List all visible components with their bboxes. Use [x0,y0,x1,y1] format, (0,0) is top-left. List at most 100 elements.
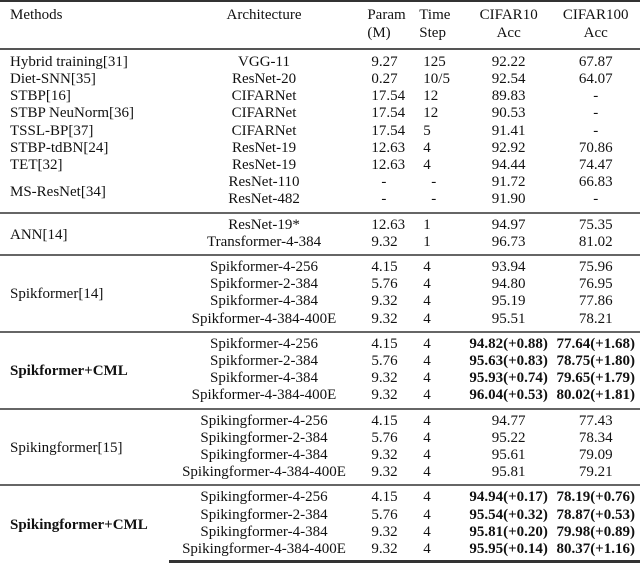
time-step-cell: 4 [423,387,431,404]
header-methods: Methods [10,7,63,23]
group-ann: ANN[14] ResNet-19* 12.63 1 94.97 75.35 T… [0,211,640,256]
header-param: Param (M) [367,7,406,41]
cifar10-cell: 92.22 [491,53,526,70]
header-cifar100-acc: CIFAR100 Acc [562,7,629,41]
table-row: STBP[16] CIFARNet 17.54 12 89.83 - [0,88,640,105]
table-row: TET[32] ResNet-19 12.63 4 94.44 74.47 [0,157,640,174]
cifar10-cell: 92.54 [491,71,526,87]
cifar100-cell: - [593,122,599,139]
time-step-cell: 1 [417,211,466,234]
method-cell: Hybrid training[31] [10,53,128,70]
time-step-cell: 4 [417,407,466,430]
cifar10-cell: 93.94 [465,254,552,277]
param-cell: 5.76 [371,506,398,523]
time-step-cell: 4 [423,464,431,481]
cifar100-cell: 79.09 [578,447,613,464]
cifar100-cell: 78.87(+0.53) [556,506,635,523]
param-cell: - [381,191,387,208]
header-architecture: Architecture [226,7,302,23]
time-step-cell: 4 [417,541,466,564]
param-cell: 9.32 [371,233,398,250]
cifar100-cell: - [593,105,599,122]
time-step-cell: 5 [423,122,431,139]
cifar100-cell: 79.98(+0.89) [556,523,635,540]
architecture-cell: CIFARNet [231,122,297,139]
cifar10-cell: 96.73 [491,233,526,250]
method-cell: MS-ResNet[34] [10,184,106,201]
method-cell: Spikingformer+CML [0,484,169,562]
time-step-cell: 4 [423,293,431,310]
cifar10-cell: 94.94(+0.17) [465,484,552,507]
architecture-cell: ResNet-19* [168,211,360,234]
cifar100-cell: 81.02 [578,233,613,250]
table-row: MS-ResNet[34] ResNet-110 - - 91.72 66.83 [0,174,640,200]
cifar10-cell: 95.95(+0.14) [465,541,552,564]
architecture-cell: ResNet-19 [231,139,297,156]
method-cell: TSSL-BP[37] [10,122,94,139]
param-cell: 17.54 [371,122,406,139]
group-spikformer: Spikformer[14] Spikformer-4-256 4.15 4 9… [0,254,640,332]
cifar10-cell: 95.81 [491,464,526,481]
group-spikingformer-cml: Spikingformer+CML Spikingformer-4-256 4.… [0,484,640,564]
cifar10-cell: 95.54(+0.32) [469,506,548,523]
param-cell: 9.32 [371,310,398,327]
time-step-cell: - [431,174,437,191]
cifar100-cell: 78.34 [578,429,613,446]
time-step-cell: 4 [417,330,466,354]
param-cell: 0.27 [371,71,398,87]
header-row: Methods Architecture Param (M) Time Step C… [0,1,640,49]
time-step-cell: 4 [423,276,431,293]
time-step-cell: 4 [417,484,466,507]
architecture-cell: Spikformer-2-384 [210,353,319,370]
group-prior-snn: Hybrid training[31] VGG-11 9.27 125 92.2… [0,49,640,213]
cifar10-cell: 94.80 [491,276,526,293]
cifar10-cell: 94.97 [465,211,552,234]
cifar10-cell: 95.61 [491,447,526,464]
cifar100-cell: 79.21 [578,464,613,481]
param-cell: 4.15 [359,484,418,507]
table-row: Spikformer[14] Spikformer-4-256 4.15 4 9… [0,254,640,332]
architecture-cell: Spikingformer-4-256 [168,407,360,430]
table-row: STBP NeuNorm[36] CIFARNet 17.54 12 90.53… [0,105,640,122]
param-cell: 9.32 [371,447,398,464]
time-step-cell: 4 [423,370,431,387]
cifar10-cell: 94.77 [465,407,552,430]
architecture-cell: Spikformer-4-384 [210,293,319,310]
architecture-cell: Spikformer-2-384 [210,276,319,293]
method-cell: TET[32] [10,157,63,174]
architecture-cell: Spikingformer-2-384 [200,429,328,446]
architecture-cell: Spikingformer-4-384 [200,523,328,540]
cifar100-cell: 78.19(+0.76) [551,484,640,507]
table-row: Diet-SNN[35] ResNet-20 0.27 10/5 92.54 6… [0,71,640,88]
time-step-cell: 4 [423,310,431,327]
header-cifar10-acc: CIFAR10 Acc [479,7,538,41]
param-cell: 5.76 [371,429,398,446]
param-cell: 9.32 [371,464,398,481]
param-cell: 4.15 [359,407,418,430]
param-cell: 9.32 [371,293,398,310]
param-cell: - [381,174,387,191]
architecture-cell: VGG-11 [238,53,290,70]
param-cell: 12.63 [371,139,406,156]
time-step-cell: 4 [423,523,431,540]
param-cell: 17.54 [371,88,406,105]
time-step-cell: 4 [423,353,431,370]
method-cell: STBP-tdBN[24] [10,139,109,156]
param-cell: 9.32 [359,541,418,564]
param-cell: 5.76 [371,276,398,293]
method-cell: STBP NeuNorm[36] [10,105,135,122]
cifar10-cell: 91.90 [491,191,526,208]
cifar10-cell: 95.63(+0.83) [469,353,548,370]
param-cell: 5.76 [371,353,398,370]
cifar100-cell: 78.75(+1.80) [556,353,635,370]
architecture-cell: Spikingformer-2-384 [200,506,328,523]
time-step-cell: 4 [417,254,466,277]
cifar10-cell: 95.93(+0.74) [469,370,548,387]
time-step-cell: 4 [423,429,431,446]
group-spikingformer: Spikingformer[15] Spikingformer-4-256 4.… [0,407,640,486]
time-step-cell: 4 [423,506,431,523]
architecture-cell: CIFARNet [231,88,297,105]
architecture-cell: Transformer-4-384 [206,233,322,250]
method-cell: ANN[14] [0,211,169,256]
param-cell: 9.32 [371,523,398,540]
